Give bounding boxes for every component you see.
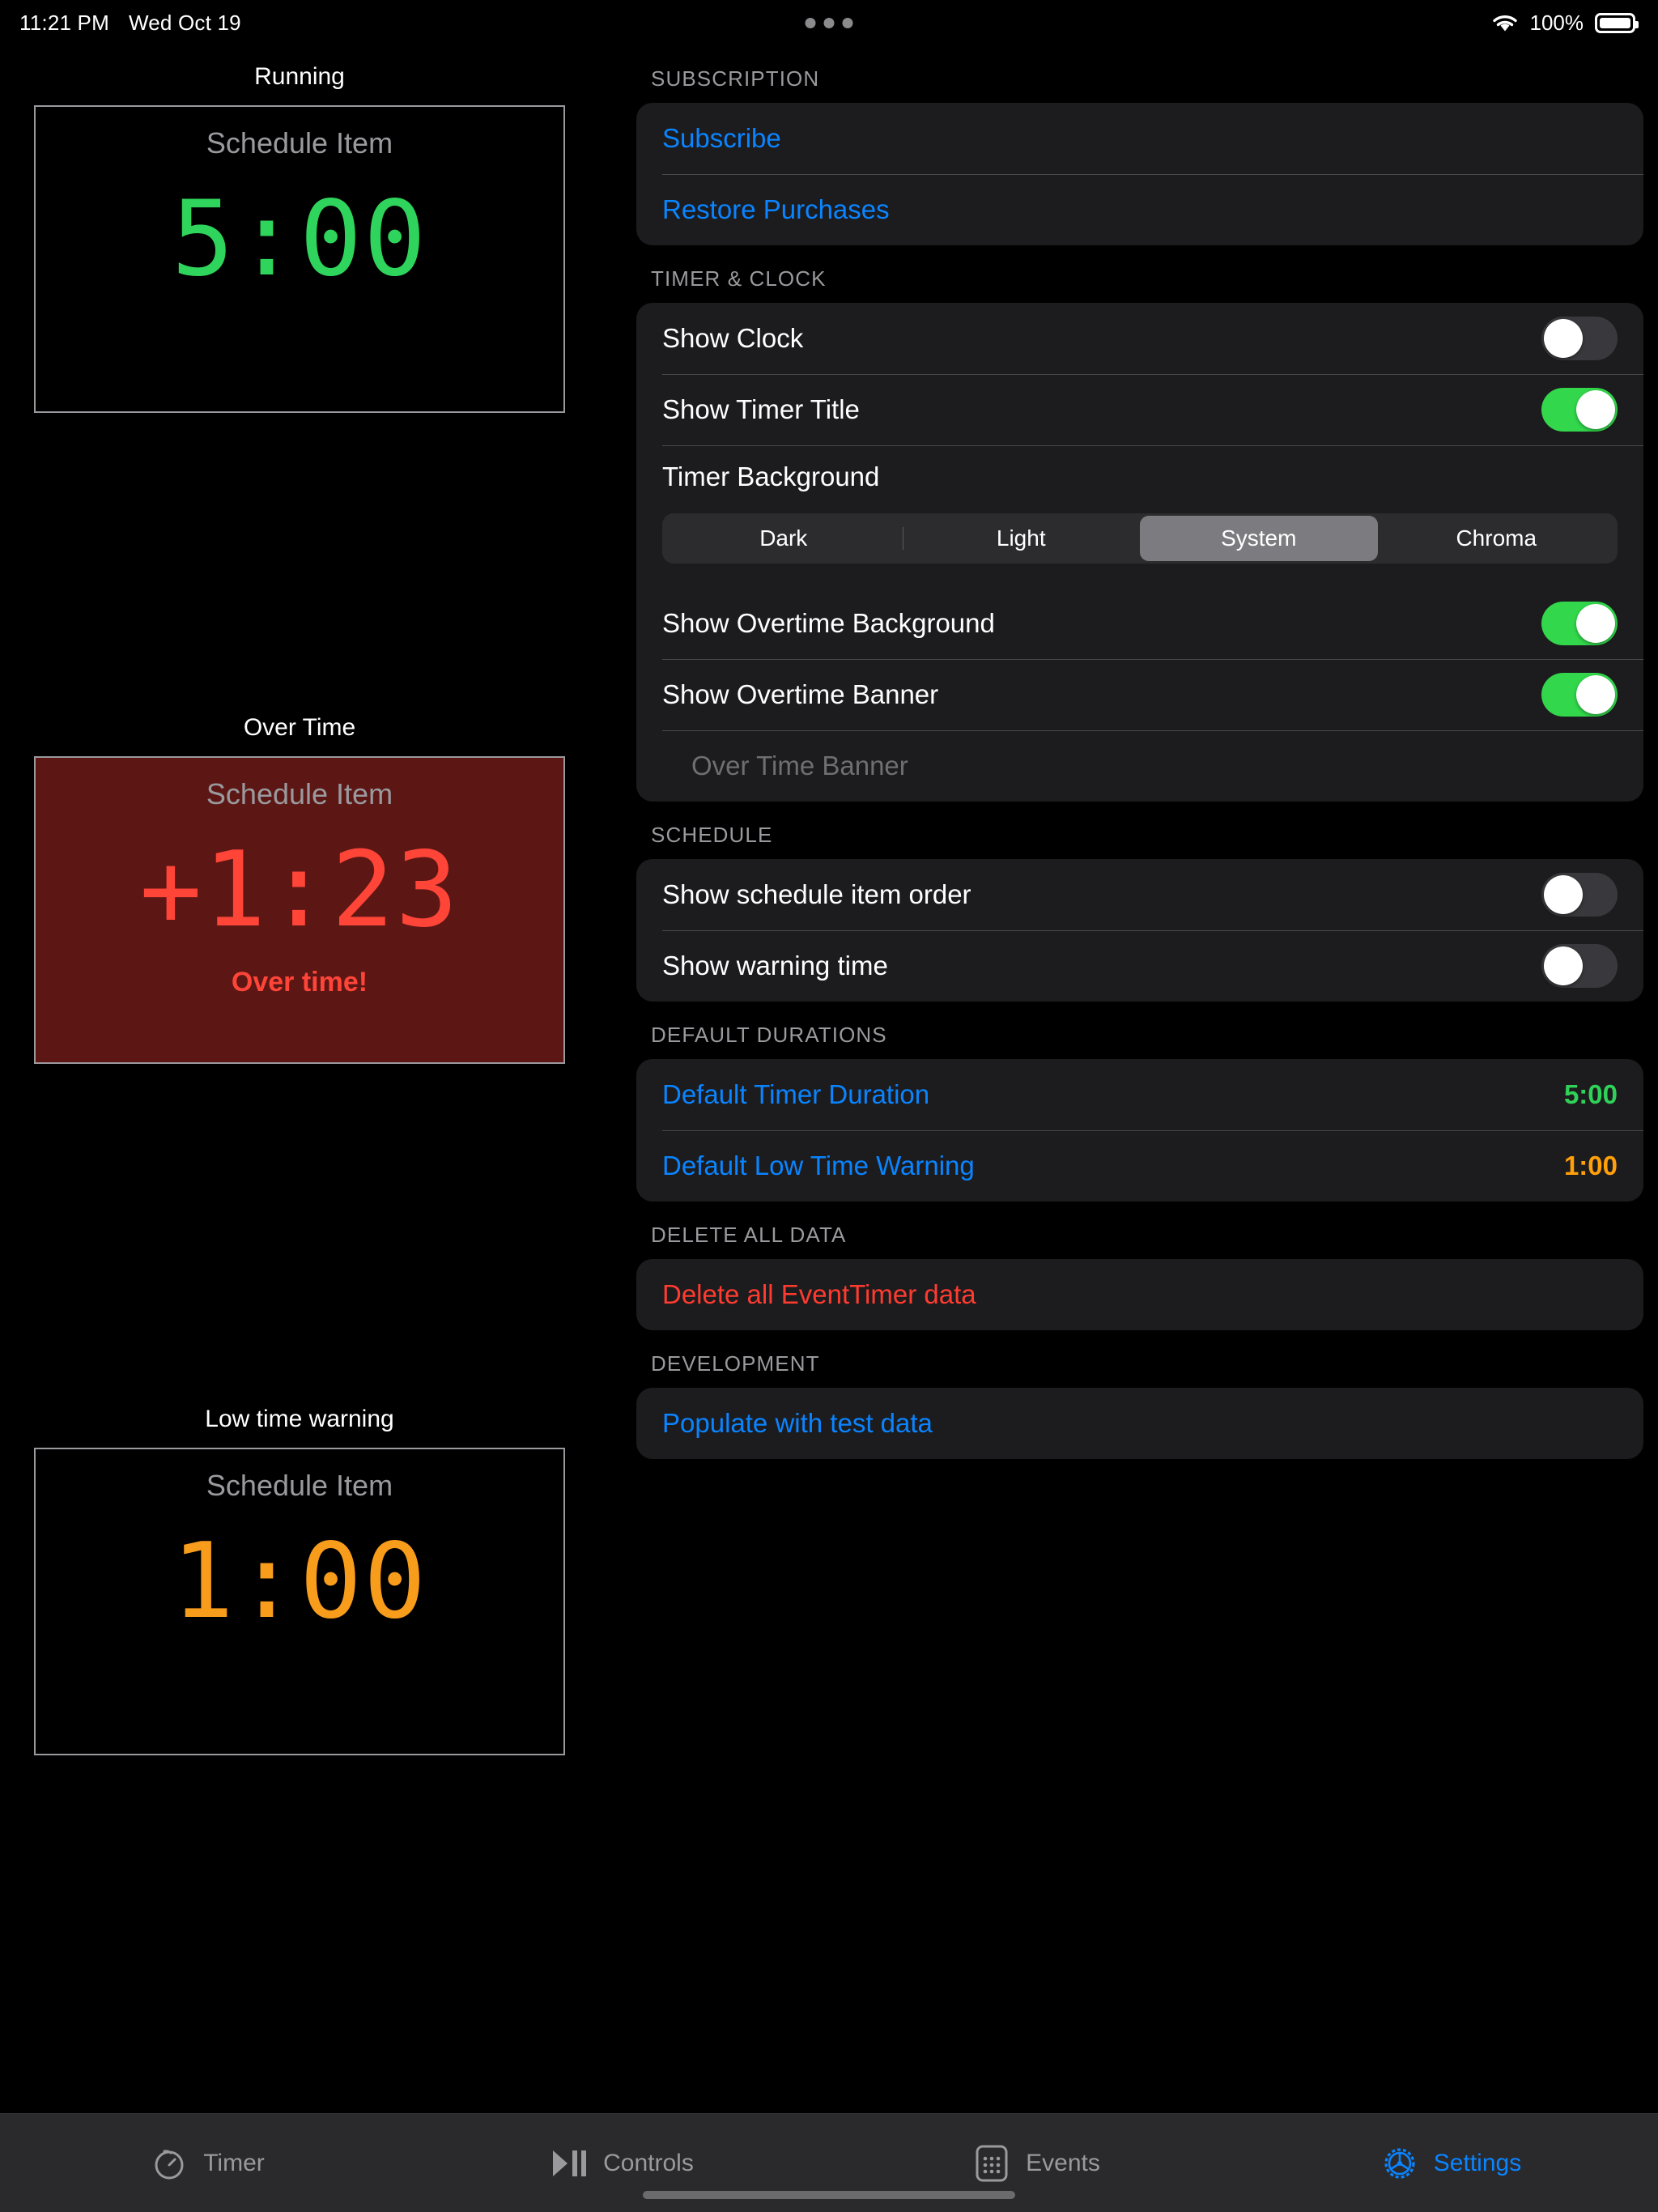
show-warning-time-toggle[interactable] xyxy=(1541,944,1618,988)
segment-light[interactable]: Light xyxy=(903,516,1141,561)
status-bar: 11:21 PM Wed Oct 19 100% xyxy=(0,0,1658,45)
app-screen: 11:21 PM Wed Oct 19 100% Running Schedul… xyxy=(0,0,1658,2212)
overtime-banner-input[interactable]: Over Time Banner xyxy=(691,751,908,781)
show-timer-title-toggle[interactable] xyxy=(1541,388,1618,432)
group-subscription: Subscribe Restore Purchases xyxy=(636,103,1643,245)
status-bar-left: 11:21 PM Wed Oct 19 xyxy=(19,11,241,36)
row-overtime-banner-input[interactable]: Over Time Banner xyxy=(636,730,1643,802)
show-clock-label: Show Clock xyxy=(662,323,803,354)
row-default-timer-duration[interactable]: Default Timer Duration 5:00 xyxy=(636,1059,1643,1130)
group-timer-clock: Show Clock Show Timer Title Timer Backgr… xyxy=(636,303,1643,802)
segment-chroma[interactable]: Chroma xyxy=(1378,516,1616,561)
timer-preview-card: Schedule Item 1:00 xyxy=(34,1448,565,1755)
show-schedule-item-order-label: Show schedule item order xyxy=(662,879,971,910)
show-overtime-background-toggle[interactable] xyxy=(1541,602,1618,645)
tab-label-settings: Settings xyxy=(1434,2150,1521,2177)
tab-label-events: Events xyxy=(1026,2150,1100,2177)
show-overtime-banner-label: Show Overtime Banner xyxy=(662,679,938,710)
group-delete-all-data: Delete all EventTimer data xyxy=(636,1259,1643,1330)
settings-panel: SUBSCRIPTION Subscribe Restore Purchases… xyxy=(622,45,1658,1459)
tab-timer[interactable]: Timer xyxy=(0,2144,414,2183)
timer-preview-card: Schedule Item +1:23 Over time! xyxy=(34,756,565,1064)
row-show-timer-title[interactable]: Show Timer Title xyxy=(636,374,1643,445)
section-header-delete-all-data: DELETE ALL DATA xyxy=(622,1202,1658,1259)
preview-card-time: 5:00 xyxy=(172,188,427,291)
wifi-icon xyxy=(1491,12,1519,33)
preview-card-time: 1:00 xyxy=(172,1530,427,1634)
row-show-clock[interactable]: Show Clock xyxy=(636,303,1643,374)
row-delete-all-data[interactable]: Delete all EventTimer data xyxy=(636,1259,1643,1330)
segment-system[interactable]: System xyxy=(1140,516,1378,561)
row-default-low-time-warning[interactable]: Default Low Time Warning 1:00 xyxy=(636,1130,1643,1202)
default-low-time-warning-value: 1:00 xyxy=(1564,1151,1618,1181)
tab-controls[interactable]: Controls xyxy=(414,2144,829,2183)
stopwatch-icon xyxy=(150,2144,189,2183)
default-timer-duration-label: Default Timer Duration xyxy=(662,1079,929,1110)
status-bar-right: 100% xyxy=(1491,11,1636,36)
row-populate-test-data[interactable]: Populate with test data xyxy=(636,1388,1643,1459)
section-header-timer-clock: TIMER & CLOCK xyxy=(622,245,1658,303)
play-pause-icon xyxy=(550,2144,589,2183)
preview-card-title: Schedule Item xyxy=(206,777,393,811)
row-subscribe[interactable]: Subscribe xyxy=(636,103,1643,174)
row-show-overtime-background[interactable]: Show Overtime Background xyxy=(636,588,1643,659)
battery-icon xyxy=(1595,13,1635,33)
show-warning-time-label: Show warning time xyxy=(662,951,888,981)
show-overtime-background-label: Show Overtime Background xyxy=(662,608,995,639)
restore-purchases-label: Restore Purchases xyxy=(662,194,890,225)
default-timer-duration-value: 5:00 xyxy=(1564,1079,1618,1110)
group-development: Populate with test data xyxy=(636,1388,1643,1459)
timer-preview-card: Schedule Item 5:00 xyxy=(34,105,565,413)
show-schedule-item-order-toggle[interactable] xyxy=(1541,873,1618,917)
row-restore-purchases[interactable]: Restore Purchases xyxy=(636,174,1643,245)
home-indicator[interactable] xyxy=(643,2191,1015,2199)
multitasking-dots-icon[interactable] xyxy=(806,18,853,28)
preview-card-title: Schedule Item xyxy=(206,1469,393,1503)
preview-overtime-banner: Over time! xyxy=(232,967,368,998)
section-header-subscription: SUBSCRIPTION xyxy=(622,45,1658,103)
timer-preview-column: Running Schedule Item 5:00 Over Time Sch… xyxy=(0,45,599,1755)
row-show-warning-time[interactable]: Show warning time xyxy=(636,930,1643,1002)
segment-dark[interactable]: Dark xyxy=(665,516,903,561)
tab-label-controls: Controls xyxy=(603,2150,694,2177)
delete-all-data-label: Delete all EventTimer data xyxy=(662,1279,976,1310)
tab-events[interactable]: Events xyxy=(829,2144,1244,2183)
status-date: Wed Oct 19 xyxy=(129,11,241,36)
group-default-durations: Default Timer Duration 5:00 Default Low … xyxy=(636,1059,1643,1202)
calendar-keypad-icon xyxy=(972,2144,1011,2183)
populate-test-data-label: Populate with test data xyxy=(662,1408,933,1439)
subscribe-label: Subscribe xyxy=(662,123,781,154)
group-schedule: Show schedule item order Show warning ti… xyxy=(636,859,1643,1002)
row-show-schedule-item-order[interactable]: Show schedule item order xyxy=(636,859,1643,930)
tab-label-timer: Timer xyxy=(203,2150,265,2177)
preview-card-title: Schedule Item xyxy=(206,126,393,160)
section-header-schedule: SCHEDULE xyxy=(622,802,1658,859)
show-clock-toggle[interactable] xyxy=(1541,317,1618,360)
preview-label: Running xyxy=(0,45,599,105)
section-header-development: DEVELOPMENT xyxy=(622,1330,1658,1388)
gear-icon xyxy=(1380,2144,1419,2183)
battery-percent: 100% xyxy=(1530,11,1584,36)
row-timer-background: Timer Background xyxy=(636,445,1643,508)
preview-card-time: +1:23 xyxy=(139,839,459,942)
tab-settings[interactable]: Settings xyxy=(1244,2144,1658,2183)
preview-label: Over Time xyxy=(0,696,599,756)
preview-running: Running Schedule Item 5:00 xyxy=(0,45,599,413)
preview-low-time-warning: Low time warning Schedule Item 1:00 xyxy=(0,1388,599,1755)
row-show-overtime-banner[interactable]: Show Overtime Banner xyxy=(636,659,1643,730)
preview-label: Low time warning xyxy=(0,1388,599,1448)
show-timer-title-label: Show Timer Title xyxy=(662,394,860,425)
section-header-default-durations: DEFAULT DURATIONS xyxy=(622,1002,1658,1059)
tab-bar: Timer Controls xyxy=(0,2113,1658,2212)
preview-overtime: Over Time Schedule Item +1:23 Over time! xyxy=(0,696,599,1064)
show-overtime-banner-toggle[interactable] xyxy=(1541,673,1618,717)
default-low-time-warning-label: Default Low Time Warning xyxy=(662,1151,975,1181)
timer-background-label: Timer Background xyxy=(662,462,879,492)
status-time: 11:21 PM xyxy=(19,11,109,36)
timer-background-segmented-control[interactable]: Dark Light System Chroma xyxy=(662,513,1618,564)
timer-background-segmented-wrap: Dark Light System Chroma xyxy=(636,508,1643,588)
